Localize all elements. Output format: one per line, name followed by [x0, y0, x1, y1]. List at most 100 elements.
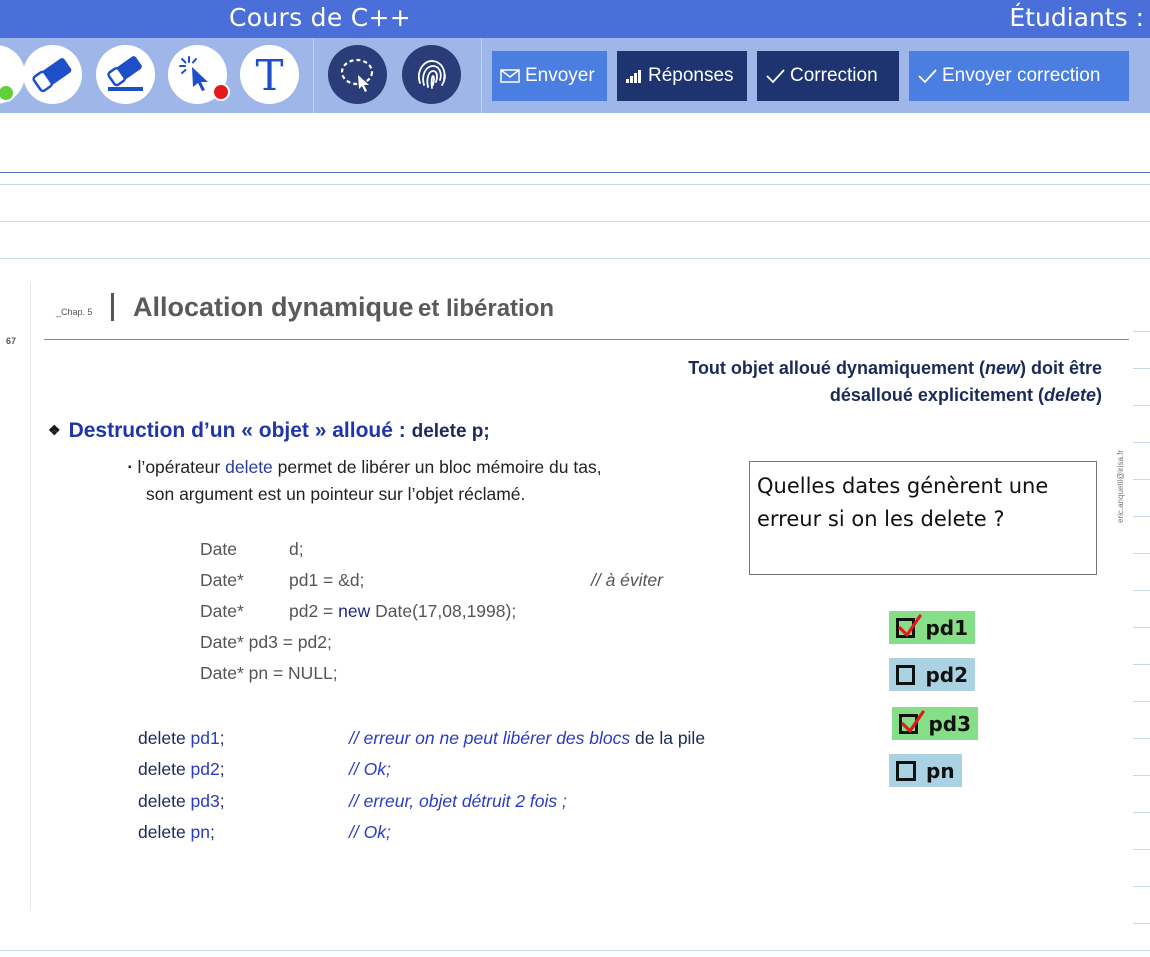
diamond-bullet-icon: ❖: [48, 422, 61, 438]
answer-option[interactable]: pd1: [889, 611, 975, 644]
delete-keyword: delete: [138, 728, 191, 748]
correction-button[interactable]: Correction: [757, 51, 899, 101]
delete-line: delete pd2;: [138, 759, 225, 780]
delete-variable: pd2: [190, 759, 220, 779]
text-tool-button[interactable]: T: [240, 45, 299, 104]
answers-button[interactable]: Réponses: [617, 51, 747, 101]
answer-label: pd3: [928, 711, 971, 736]
code-comment-text: // à éviter: [591, 570, 663, 590]
notebook-line: [1133, 627, 1150, 628]
checkbox-checked-icon: [896, 613, 922, 638]
answer-option[interactable]: pn: [889, 754, 962, 787]
delete-comment: // erreur, objet détruit 2 fois ;: [349, 791, 567, 812]
notebook-line: [1133, 701, 1150, 702]
note-keyword: delete: [1043, 385, 1096, 405]
app-window: Cours de C++ Étudiants : T Envoyer Répon…: [0, 0, 1150, 957]
eraser-icon: [32, 58, 72, 93]
course-title: Cours de C++: [229, 3, 411, 32]
description: ▪ l’opérateur delete permet de libérer un…: [128, 454, 602, 507]
title-bar: Cours de C++ Étudiants :: [0, 0, 1150, 38]
code-type: Date: [200, 539, 237, 559]
delete-keyword: delete: [138, 822, 191, 842]
description-text: permet de libérer un bloc mémoire du tas…: [272, 457, 602, 477]
square-bullet-icon: ▪: [128, 462, 132, 473]
code-line: pd1 = &d;: [289, 570, 364, 591]
delete-comment: // erreur on ne peut libérer des blocs d…: [349, 728, 705, 749]
notebook-line: [0, 184, 1150, 185]
toolbar-divider: [313, 38, 314, 113]
delete-line: delete pd3;: [138, 791, 225, 812]
notebook-line: [1133, 664, 1150, 665]
answer-option[interactable]: pd2: [889, 658, 975, 691]
code-line: d;: [289, 539, 304, 560]
delete-variable: pd1: [190, 728, 220, 748]
delete-comment-text: // Ok;: [349, 822, 391, 842]
answer-label: pn: [926, 758, 955, 783]
note-text: ): [1096, 385, 1102, 405]
toolbar-divider: [481, 38, 482, 113]
notebook-line: [1133, 442, 1150, 443]
code-text: Date* pn = NULL;: [200, 663, 338, 683]
code-type: Date*: [200, 601, 244, 621]
code-line: Date*: [200, 601, 244, 622]
correction-button-label: Correction: [790, 65, 878, 86]
pointer-color-indicator: [212, 83, 230, 101]
slide-image: _Chap. 5 Allocation dynamique et libérat…: [0, 283, 1133, 928]
students-label[interactable]: Étudiants :: [1009, 3, 1144, 32]
lasso-select-icon: [340, 58, 374, 92]
delete-semicolon: ;: [219, 728, 225, 748]
lasso-select-button[interactable]: [328, 45, 387, 104]
code-line: Date: [200, 539, 237, 560]
send-button-label: Envoyer: [525, 65, 595, 86]
checkmark-icon: [765, 68, 785, 84]
author-watermark: eric.anquetil@irisa.fr: [1116, 449, 1125, 523]
toolbar: T Envoyer Réponses Correction Envoyer co…: [0, 38, 1150, 113]
notebook-line: [0, 950, 1150, 951]
code-line: pd2 = new Date(17,08,1998);: [289, 601, 516, 622]
eraser-stroke-tool-button[interactable]: [96, 45, 155, 104]
notebook-line: [1133, 553, 1150, 554]
delete-variable: pd3: [190, 791, 220, 811]
answer-option[interactable]: pd3: [892, 707, 978, 740]
delete-line: delete pn;: [138, 822, 215, 843]
notebook-line: [1133, 479, 1150, 480]
notebook-line: [1133, 405, 1150, 406]
slide-title-rest: et libération: [418, 295, 555, 322]
delete-semicolon: ;: [219, 759, 225, 779]
note-text: désalloué explicitement (: [829, 385, 1044, 405]
code-line: Date* pd3 = pd2;: [200, 632, 332, 653]
send-button[interactable]: Envoyer: [492, 51, 607, 101]
description-text: l’opérateur: [137, 457, 226, 477]
delete-semicolon: ;: [210, 822, 215, 842]
fingerprint-button[interactable]: [402, 45, 461, 104]
note-text: ) doit être: [1019, 358, 1102, 378]
section-heading: ❖ Destruction d’un « objet » alloué : del…: [48, 419, 490, 443]
text-icon: T: [255, 51, 283, 100]
checkbox-checked-icon: [899, 709, 925, 734]
eraser-tool-button[interactable]: [23, 45, 82, 104]
chapter-divider: [111, 293, 114, 321]
notebook-line: [1133, 775, 1150, 776]
code-text: Date(17,08,1998);: [370, 601, 517, 621]
send-correction-button[interactable]: Envoyer correction: [909, 51, 1129, 101]
delete-comment: // Ok;: [349, 822, 391, 843]
question-box: Quelles dates génèrent une erreur si on …: [749, 461, 1097, 575]
notebook-line: [0, 221, 1150, 222]
send-correction-button-label: Envoyer correction: [942, 65, 1101, 86]
notebook-line: [0, 258, 1150, 259]
answers-button-label: Réponses: [648, 65, 734, 86]
notebook-line: [1133, 738, 1150, 739]
checkbox-unchecked-icon: [896, 760, 916, 781]
notebook-line: [0, 172, 1150, 173]
checkmark-icon: [917, 68, 937, 84]
code-line: Date*: [200, 570, 244, 591]
description-text: son argument est un pointeur sur l’objet…: [146, 484, 526, 504]
signal-bars-icon: [625, 69, 643, 83]
delete-comment-text: // erreur, objet détruit 2 fois ;: [349, 791, 567, 811]
description-keyword: delete: [225, 457, 273, 477]
delete-semicolon: ;: [219, 791, 225, 811]
checkbox-unchecked-icon: [896, 664, 916, 685]
notebook-line: [1133, 516, 1150, 517]
notebook-line: [1133, 590, 1150, 591]
code-text: pd2 =: [289, 601, 339, 621]
